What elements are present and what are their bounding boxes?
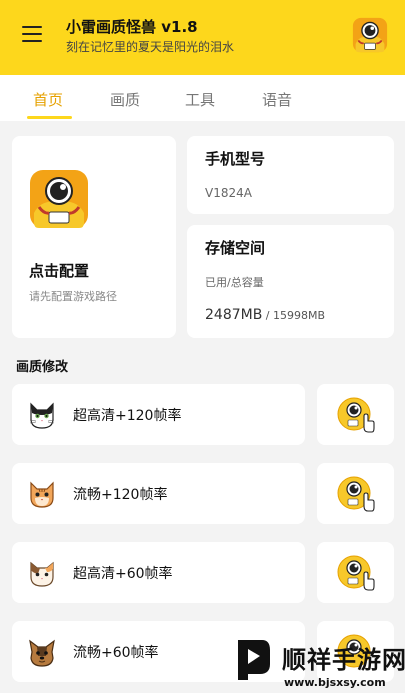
tab-voice[interactable]: 语音 bbox=[262, 89, 292, 110]
quality-mode-label: 流畅+120帧率 bbox=[73, 487, 168, 503]
storage-label: 已用/总容量 bbox=[205, 276, 264, 289]
storage-total: / 15998MB bbox=[262, 309, 326, 322]
site-watermark: 顺祥手游网 www.bjsxsy.com bbox=[232, 636, 405, 691]
quality-mode-label: 超高清+120帧率 bbox=[73, 408, 182, 424]
config-title: 点击配置 bbox=[29, 262, 90, 280]
tab-home[interactable]: 首页 bbox=[33, 89, 63, 110]
watermark-brand: 顺祥手游网 bbox=[282, 646, 405, 674]
app-header: 小雷画质怪兽 v1.8 刻在记忆里的夏天是阳光的泪水 bbox=[0, 0, 405, 75]
config-subtitle: 请先配置游戏路径 bbox=[29, 290, 117, 303]
monster-tap-hand-icon bbox=[337, 476, 375, 512]
black-white-cat-icon bbox=[29, 402, 55, 429]
monster-avatar-icon[interactable] bbox=[352, 17, 388, 53]
quality-section-title: 画质修改 bbox=[16, 360, 69, 375]
tab-bar: 首页 画质 工具 语音 bbox=[0, 75, 405, 121]
watermark-logo-icon bbox=[238, 640, 270, 680]
apply-button[interactable] bbox=[317, 463, 394, 524]
quality-mode-label: 超高清+60帧率 bbox=[73, 566, 173, 582]
tab-quality[interactable]: 画质 bbox=[110, 89, 140, 110]
config-card[interactable]: 点击配置 请先配置游戏路径 bbox=[12, 136, 176, 338]
storage-values: 2487MB / 15998MB bbox=[205, 307, 325, 323]
storage-title: 存储空间 bbox=[205, 239, 266, 257]
quality-mode-row[interactable]: 超高清+120帧率 bbox=[12, 384, 305, 445]
monster-tap-hand-icon bbox=[337, 397, 375, 433]
yorkie-dog-icon bbox=[29, 639, 55, 667]
monster-logo-icon bbox=[30, 170, 88, 228]
phone-model-card: 手机型号 V1824A bbox=[187, 136, 394, 214]
storage-used: 2487MB bbox=[205, 307, 263, 323]
quality-mode-row[interactable]: 流畅+120帧率 bbox=[12, 463, 305, 524]
orange-cat-icon bbox=[30, 481, 54, 508]
apply-button[interactable] bbox=[317, 542, 394, 603]
watermark-url: www.bjsxsy.com bbox=[284, 676, 386, 689]
phone-model-value: V1824A bbox=[205, 186, 252, 200]
tab-tools[interactable]: 工具 bbox=[185, 89, 215, 110]
app-title: 小雷画质怪兽 v1.8 bbox=[66, 18, 198, 36]
phone-model-title: 手机型号 bbox=[205, 150, 266, 168]
hamburger-menu-icon[interactable] bbox=[22, 25, 42, 43]
active-tab-indicator bbox=[27, 116, 72, 119]
quality-mode-row[interactable]: 超高清+60帧率 bbox=[12, 542, 305, 603]
apply-button[interactable] bbox=[317, 384, 394, 445]
app-subtitle: 刻在记忆里的夏天是阳光的泪水 bbox=[66, 40, 235, 54]
monster-tap-hand-icon bbox=[337, 555, 375, 591]
quality-mode-label: 流畅+60帧率 bbox=[73, 645, 159, 661]
calico-cat-icon bbox=[30, 561, 54, 587]
storage-card: 存储空间 已用/总容量 2487MB / 15998MB bbox=[187, 225, 394, 338]
